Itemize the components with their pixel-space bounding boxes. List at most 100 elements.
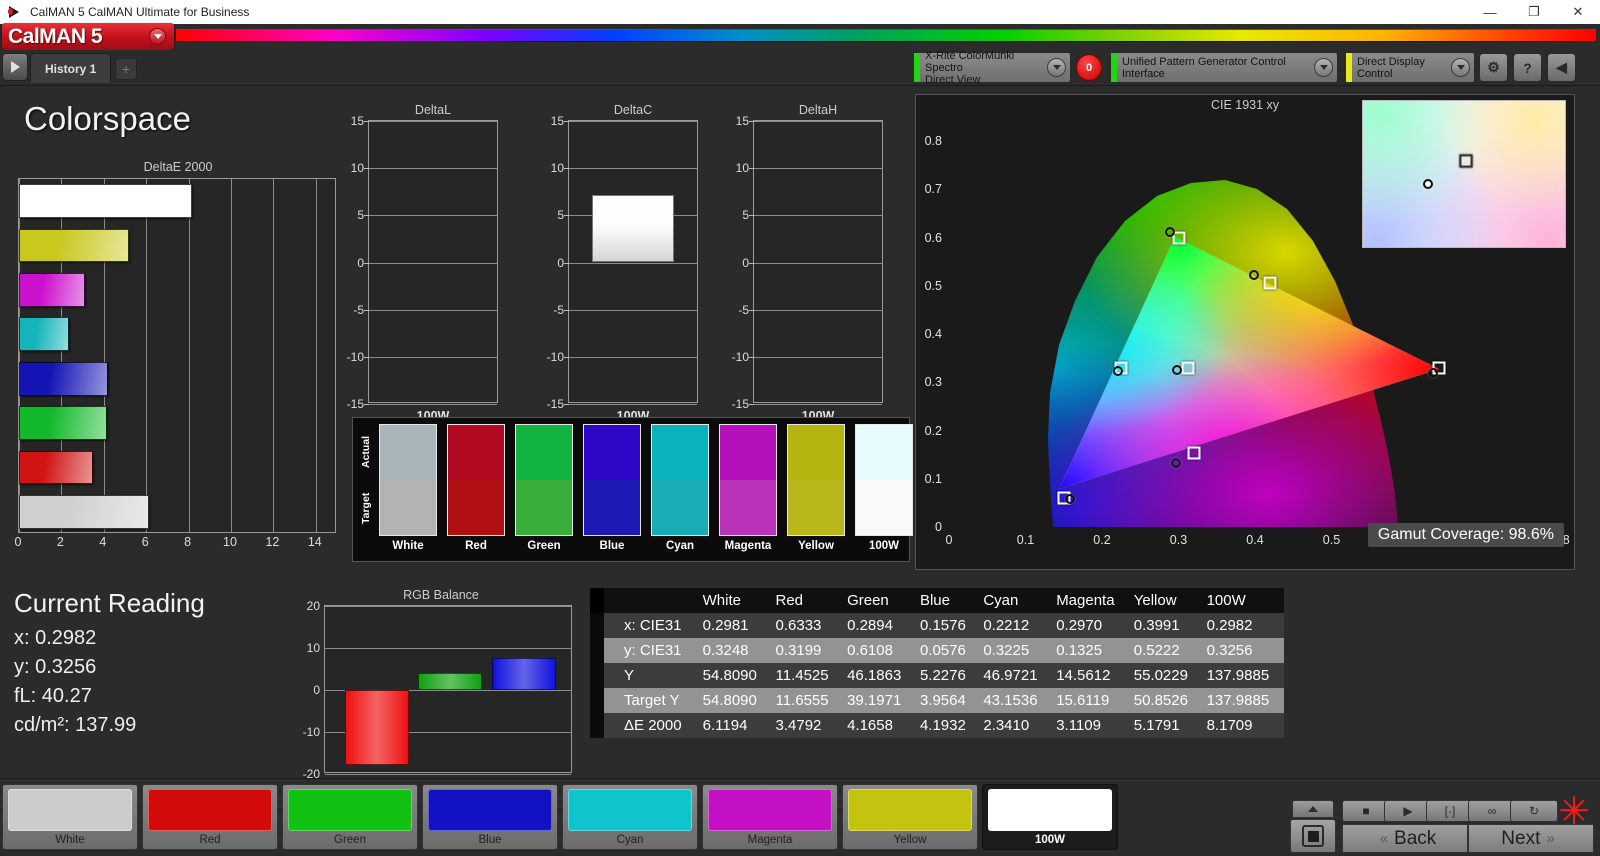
cie-y-tick-label: 0.4: [924, 327, 942, 342]
table-cell: 54.8090: [697, 688, 771, 713]
rgb-tick-label: 20: [306, 599, 320, 613]
table-col-header-100w: 100W: [1201, 588, 1284, 613]
back-button[interactable]: « Back: [1342, 824, 1468, 853]
pattern-color-chip: [288, 789, 412, 831]
generator-chevron-down-icon[interactable]: [1314, 58, 1333, 77]
stop-target-icon[interactable]: [1290, 819, 1336, 853]
minimize-button[interactable]: —: [1468, 0, 1512, 24]
swatch-cyan: [651, 424, 709, 536]
table-body: x: CIE31 0.2981 0.6333 0.2894 0.1576 0.2212 0.…: [590, 613, 1284, 738]
table-row-marker: [590, 613, 604, 638]
delta-tick-mark: [364, 168, 369, 170]
deltae-bar-row: [19, 494, 335, 529]
maximize-button[interactable]: ❐: [1512, 0, 1556, 24]
left-arrow-icon[interactable]: ◀: [1547, 53, 1576, 82]
deltae-bar-green: [19, 406, 108, 440]
deltae-tick-label: 8: [184, 535, 192, 549]
pattern-button-green[interactable]: Green: [282, 784, 418, 850]
table-col-header-blue: Blue: [914, 588, 979, 613]
display-chevron-down-icon[interactable]: [1451, 58, 1470, 77]
stop-icon[interactable]: ■: [1342, 800, 1390, 822]
delta-tick-mark: [364, 356, 369, 358]
table-cell: 46.1863: [842, 663, 915, 688]
pattern-button-label: Cyan: [616, 834, 644, 846]
cie-y-tick-label: 0.5: [924, 278, 942, 293]
asterisk-icon[interactable]: ✳: [1558, 793, 1590, 831]
cie-x-tick-label: 0.4: [1246, 533, 1264, 547]
current-reading-cdm2: cd/m²: 137.99: [14, 714, 137, 736]
swatch-green: [515, 424, 573, 536]
table-cell: 0.2970: [1051, 613, 1129, 638]
swatch-label-white: White: [392, 540, 424, 552]
actual-target-swatch-strip: Actual Target White Red Green Blue Cyan Magen…: [352, 417, 913, 562]
navigation-controls: ■ ▶ [·] ∞ ↻ « Back Next » ✳: [1270, 778, 1600, 856]
bracket-icon[interactable]: [·]: [1426, 800, 1474, 822]
question-icon[interactable]: ?: [1513, 53, 1542, 82]
branding-bar: CalMAN 5: [0, 23, 1600, 50]
swatch-actual: [380, 425, 436, 480]
generator-dropdown[interactable]: Unified Pattern Generator Control Interf…: [1110, 52, 1338, 83]
rgb-tick-label: -10: [302, 725, 320, 739]
gear-icon[interactable]: ⚙: [1479, 53, 1508, 82]
meter-count-badge[interactable]: 0: [1076, 54, 1102, 81]
swatch-actual: [516, 425, 572, 480]
cie-y-tick-label: 0.7: [924, 182, 942, 197]
table-row: ΔE 2000 6.1194 3.4792 4.1658 4.1932 2.3410 3.1…: [590, 713, 1284, 738]
rgb-gridline: [325, 606, 571, 607]
next-label: Next: [1501, 827, 1541, 849]
swatch-label-yellow: Yellow: [798, 540, 834, 552]
pattern-button-blue[interactable]: Blue: [422, 784, 558, 850]
table-cell: 0.1325: [1051, 638, 1129, 663]
table-header-row: White Red Green Blue Cyan Magenta Yellow 100W: [590, 588, 1284, 613]
rgb-gridline: [325, 774, 571, 775]
calman-logo-button[interactable]: CalMAN 5: [2, 23, 174, 50]
pattern-button-100w[interactable]: 100W: [982, 784, 1118, 850]
cie-y-tick-label: 0.3: [924, 375, 942, 390]
pattern-button-white[interactable]: White: [2, 784, 138, 850]
display-control-dropdown[interactable]: Direct Display Control: [1345, 52, 1475, 83]
swatch-actual: [652, 425, 708, 480]
table-cell: 5.1791: [1128, 713, 1202, 738]
swatch-row-label-target: Target: [360, 492, 372, 524]
delta-gridline: [369, 168, 497, 170]
delta-tick-mark: [564, 356, 569, 358]
close-button[interactable]: ✕: [1556, 0, 1600, 24]
pattern-button-yellow[interactable]: Yellow: [842, 784, 978, 850]
swatch-target: [448, 480, 504, 535]
table-cell: 0.2982: [1201, 613, 1284, 638]
deltac-plot-area: 15 10 5 0 -5 -10 -15: [547, 114, 698, 411]
window-titlebar: CalMAN 5 CalMAN Ultimate for Business — …: [0, 0, 1600, 24]
meter-chevron-down-icon[interactable]: [1047, 58, 1066, 77]
table-cell: 8.1709: [1201, 713, 1284, 738]
table-cell: 3.1109: [1051, 713, 1129, 738]
delta-gridline: [754, 404, 882, 405]
deltae-bar-row: [19, 361, 335, 396]
session-play-icon[interactable]: [2, 53, 28, 81]
add-tab-button[interactable]: +: [115, 58, 137, 80]
logo-chevron-down-icon[interactable]: [149, 28, 166, 45]
current-reading-x: x: 0.2982: [14, 627, 97, 649]
deltae-tick-label: 2: [56, 535, 64, 549]
play-icon[interactable]: ▶: [1384, 800, 1432, 822]
delta-tick-mark: [364, 121, 369, 122]
tab-history-1[interactable]: History 1: [30, 53, 112, 83]
pattern-button-red[interactable]: Red: [142, 784, 278, 850]
chevron-up-icon[interactable]: [1292, 800, 1334, 818]
inset-target-whitepoint-marker: [1459, 154, 1473, 168]
pattern-button-magenta[interactable]: Magenta: [702, 784, 838, 850]
cie-y-tick-label: 0: [935, 520, 942, 534]
inset-measured-whitepoint-marker: [1422, 179, 1433, 190]
loop-icon[interactable]: ∞: [1468, 800, 1516, 822]
table-row-label: ΔE 2000: [604, 713, 698, 738]
cie-x-tick-label: 0.5: [1322, 533, 1341, 547]
table-row-marker: [590, 688, 604, 713]
meter-dropdown[interactable]: X-Rite ColorMunki Spectro Direct View: [913, 50, 1071, 86]
refresh-icon[interactable]: ↻: [1510, 800, 1558, 822]
rgb-balance-plot-area: 20 10 0 -10 -20: [303, 599, 572, 781]
deltae-bar-cyan: [19, 317, 69, 352]
pattern-button-cyan[interactable]: Cyan: [562, 784, 698, 850]
delta-gridline: [569, 121, 697, 122]
table-cell: 11.4525: [770, 663, 843, 688]
deltae-bar-red: [19, 450, 93, 485]
deltae-bar-white: [19, 494, 149, 529]
